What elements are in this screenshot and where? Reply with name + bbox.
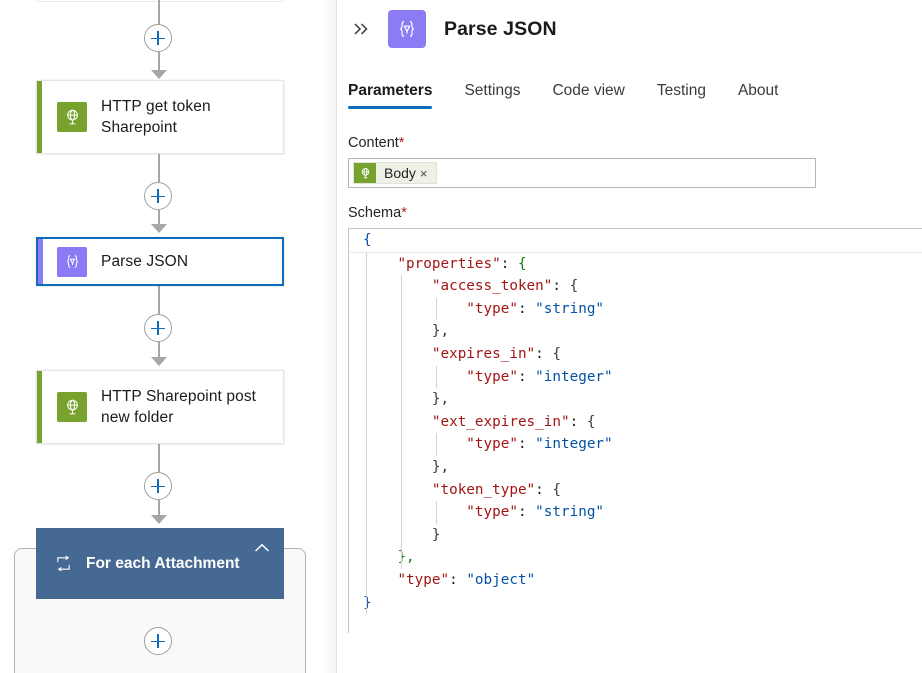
code-line: } [363, 594, 372, 611]
code-line: "properties": { [397, 255, 527, 272]
schema-code-editor[interactable]: { "properties": { "access_token": { "typ… [348, 228, 922, 633]
content-field-label: Content* [348, 135, 922, 151]
indent-guide [436, 433, 438, 456]
flow-node-parse-json[interactable]: Parse JSON [36, 237, 284, 286]
content-label-text: Content [348, 135, 399, 151]
node-label: HTTP get token Sharepoint [101, 98, 211, 136]
previous-node-stub [36, 0, 284, 2]
add-step-button-5[interactable] [144, 627, 172, 655]
logic-app-designer: HTTP get token Sharepoint Parse JSON HTT… [0, 0, 922, 673]
connector-arrow [151, 224, 167, 233]
content-input[interactable]: Body × [348, 158, 816, 188]
add-step-button-3[interactable] [144, 314, 172, 342]
globe-http-icon [354, 163, 376, 183]
add-step-button-4[interactable] [144, 472, 172, 500]
add-step-button-1[interactable] [144, 24, 172, 52]
indent-guide [401, 275, 403, 569]
flow-node-http-get-token[interactable]: HTTP get token Sharepoint [36, 80, 284, 154]
schema-field-label: Schema* [348, 205, 922, 221]
action-details-panel: Parse JSON Parameters Settings Code view… [336, 0, 922, 673]
flow-canvas[interactable]: HTTP get token Sharepoint Parse JSON HTT… [0, 0, 336, 673]
chevron-up-icon[interactable] [254, 540, 270, 558]
node-accent-bar [37, 371, 42, 443]
connector-arrow [151, 515, 167, 524]
code-line: "token_type": { [431, 481, 561, 498]
tab-about[interactable]: About [738, 82, 779, 109]
tab-settings[interactable]: Settings [464, 82, 520, 109]
indent-guide [436, 365, 438, 389]
node-accent-bar [37, 81, 42, 153]
connector-line [158, 154, 160, 182]
double-chevron-right-icon[interactable] [348, 16, 374, 42]
node-label: Parse JSON [101, 253, 189, 270]
code-line: "ext_expires_in": { [431, 413, 596, 430]
code-line: { [349, 229, 922, 253]
indent-guide [436, 297, 438, 321]
schema-code-content: { "properties": { "access_token": { "typ… [349, 229, 922, 615]
code-line: "type": "string" [466, 504, 605, 521]
connector-line [158, 286, 160, 314]
flow-node-for-each-attachment[interactable]: For each Attachment [36, 528, 284, 599]
flow-node-http-sharepoint-post[interactable]: HTTP Sharepoint post new folder [36, 370, 284, 444]
token-chip-body[interactable]: Body × [353, 162, 437, 184]
page-title: Parse JSON [444, 17, 557, 40]
code-line: "type": "integer" [466, 368, 613, 385]
indent-guide [366, 252, 367, 615]
add-step-button-2[interactable] [144, 182, 172, 210]
code-line: "type": "string" [466, 300, 605, 317]
globe-http-icon [57, 102, 87, 132]
close-icon[interactable]: × [420, 166, 436, 181]
json-braces-icon [388, 10, 426, 48]
code-line: }, [397, 549, 415, 566]
globe-http-icon [57, 392, 87, 422]
tab-code-view[interactable]: Code view [552, 82, 624, 109]
parameters-form: Content* Body × Schema* {"properties": … [336, 135, 922, 633]
scope-label: For each Attachment [86, 554, 240, 572]
panel-divider[interactable] [336, 0, 337, 673]
code-line: "expires_in": { [431, 345, 561, 362]
connector-arrow [151, 70, 167, 79]
code-line: }, [431, 323, 450, 340]
required-marker: * [401, 205, 407, 221]
code-line: }, [431, 391, 450, 408]
tab-parameters[interactable]: Parameters [348, 82, 433, 109]
node-accent-bar [38, 239, 43, 284]
code-line: "type": "integer" [466, 436, 613, 453]
panel-header: Parse JSON [336, 0, 922, 48]
panel-tabs: Parameters Settings Code view Testing Ab… [336, 73, 922, 109]
schema-label-text: Schema [348, 205, 402, 221]
node-label: HTTP Sharepoint post new folder [101, 388, 257, 426]
json-braces-icon [57, 246, 87, 277]
code-line: }, [431, 458, 450, 475]
token-chip-label: Body [384, 165, 416, 181]
connector-line [158, 444, 160, 472]
indent-guide [436, 501, 438, 524]
required-marker: * [398, 135, 405, 151]
loop-foreach-icon [50, 555, 76, 572]
code-line: "access_token": { [431, 278, 579, 295]
tab-testing[interactable]: Testing [657, 82, 706, 109]
code-line: "type": "object" [397, 571, 536, 588]
code-line: } [431, 526, 441, 543]
connector-arrow [151, 357, 167, 366]
